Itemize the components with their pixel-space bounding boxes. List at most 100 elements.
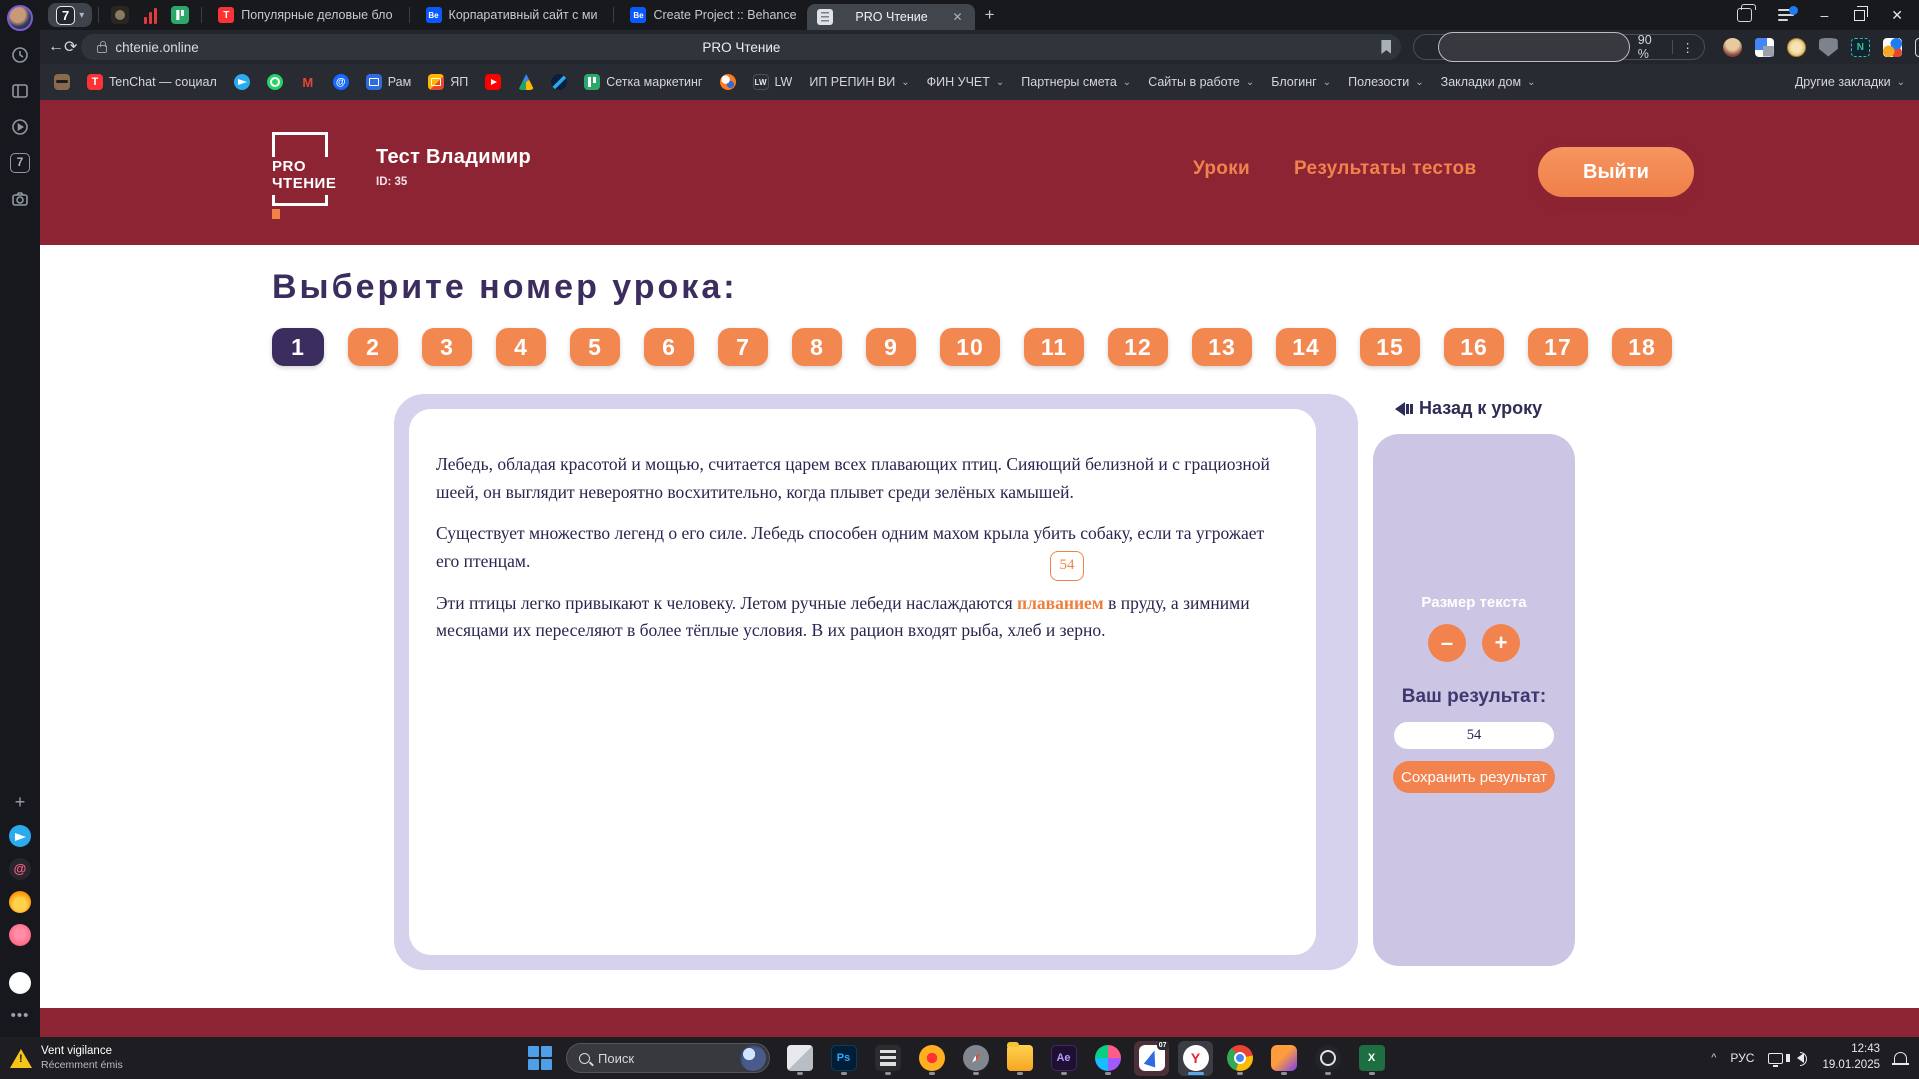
- lesson-button-10[interactable]: 10: [940, 328, 1000, 366]
- lesson-button-12[interactable]: 12: [1108, 328, 1168, 366]
- app-chrome[interactable]: [1222, 1041, 1257, 1076]
- bookmark-mailru[interactable]: @: [332, 74, 349, 90]
- app-figma[interactable]: [1090, 1041, 1125, 1076]
- character-extension-icon[interactable]: [1722, 37, 1742, 57]
- taskbar-search[interactable]: Поиск: [566, 1043, 770, 1073]
- bookmark-folder-useful[interactable]: Полезости ⌄: [1348, 75, 1424, 89]
- lesson-button-3[interactable]: 3: [422, 328, 472, 366]
- browser-menu-icon[interactable]: [1778, 6, 1799, 21]
- app-compass-browser[interactable]: [958, 1041, 993, 1076]
- close-tab-icon[interactable]: ✕: [951, 10, 965, 24]
- reload-button[interactable]: ⟳: [64, 37, 77, 57]
- bookmark-folder-repin[interactable]: ИП РЕПИН ВИ ⌄: [809, 75, 909, 89]
- save-result-button[interactable]: Сохранить результат: [1393, 761, 1555, 793]
- app-yandex-browser[interactable]: Y: [1178, 1040, 1213, 1076]
- nav-lessons[interactable]: Уроки: [1193, 158, 1250, 180]
- lesson-button-6[interactable]: 6: [644, 328, 694, 366]
- taskbar-notification[interactable]: Vent vigilance Récemment émis: [10, 1045, 240, 1071]
- tray-expand-icon[interactable]: ^: [1711, 1052, 1716, 1064]
- address-bar[interactable]: chtenie.online PRO Чтение: [81, 34, 1402, 60]
- bookmark-folder-blogging[interactable]: Блогинг ⌄: [1271, 75, 1331, 89]
- translate-extension-icon[interactable]: [1754, 37, 1774, 57]
- bookmark-ram[interactable]: Рам: [365, 74, 411, 90]
- increase-text-button[interactable]: +: [1482, 624, 1520, 662]
- flame-rail-icon[interactable]: [9, 891, 31, 913]
- notion-extension-icon[interactable]: N: [1850, 37, 1870, 57]
- bookmark-youtube[interactable]: [485, 74, 502, 90]
- gold-extension-icon[interactable]: [1786, 37, 1806, 57]
- mail-rail-icon[interactable]: @: [9, 858, 31, 880]
- bookmark-gmail[interactable]: M: [300, 74, 316, 90]
- profile-avatar[interactable]: [7, 5, 33, 31]
- lesson-button-11[interactable]: 11: [1024, 328, 1084, 366]
- pinned-tab-chart[interactable]: [141, 6, 159, 24]
- new-tab-button[interactable]: +: [985, 5, 995, 25]
- people-extension-icon[interactable]: [1882, 37, 1902, 57]
- bookmark-lw[interactable]: LW LW: [752, 74, 792, 90]
- app-file-explorer[interactable]: [1002, 1041, 1037, 1076]
- lesson-button-8[interactable]: 8: [792, 328, 842, 366]
- app-obs[interactable]: [1310, 1041, 1345, 1076]
- app-photoshop[interactable]: Ps: [826, 1041, 861, 1076]
- bookmark-setka[interactable]: Сетка маркетинг: [584, 74, 703, 90]
- red-app-rail-icon[interactable]: [9, 924, 31, 946]
- bookmark-folder-finance[interactable]: ФИН УЧЕТ ⌄: [927, 75, 1005, 89]
- zoom-control[interactable]: 90 % ⋮: [1413, 32, 1705, 62]
- sidebar-panels-icon[interactable]: [8, 79, 32, 103]
- shield-extension-icon[interactable]: [1818, 37, 1838, 57]
- tab-tenchat[interactable]: T Популярные деловые бло: [208, 0, 402, 30]
- lesson-button-1[interactable]: 1: [272, 328, 324, 366]
- language-indicator[interactable]: РУС: [1730, 1051, 1754, 1065]
- tab-groups-icon[interactable]: [1737, 4, 1757, 22]
- rail-add-icon[interactable]: +: [8, 790, 32, 814]
- lesson-button-5[interactable]: 5: [570, 328, 620, 366]
- lesson-button-13[interactable]: 13: [1192, 328, 1252, 366]
- back-to-lesson-link[interactable]: Назад к уроку: [1395, 398, 1542, 419]
- display-icon[interactable]: [1768, 1052, 1784, 1067]
- start-button[interactable]: [528, 1046, 552, 1070]
- video-icon[interactable]: [8, 115, 32, 139]
- speaker-icon[interactable]: [1786, 1052, 1808, 1066]
- telegram-rail-icon[interactable]: [9, 825, 31, 847]
- tabs-extension-icon[interactable]: [1914, 34, 1919, 57]
- other-bookmarks[interactable]: Другие закладки ⌄: [1795, 75, 1905, 89]
- pinned-tab-board[interactable]: [171, 6, 190, 24]
- screenshot-icon[interactable]: [8, 187, 32, 211]
- decrease-text-button[interactable]: –: [1428, 624, 1466, 662]
- bookmark-yap[interactable]: ЯП: [428, 74, 468, 90]
- lesson-button-18[interactable]: 18: [1612, 328, 1672, 366]
- app-after-effects[interactable]: Ae: [1046, 1041, 1081, 1076]
- tab-behance-1[interactable]: Be Корпаративный сайт с ми: [416, 0, 608, 30]
- tab-pro-chtenie-active[interactable]: PRO Чтение ✕: [806, 4, 975, 30]
- tab-counter-button[interactable]: 7 ▾: [48, 3, 93, 27]
- zoom-menu-dots[interactable]: ⋮: [1681, 40, 1694, 55]
- clock[interactable]: 12:43 19.01.2025: [1822, 1042, 1880, 1073]
- app-yandex-start[interactable]: 07: [1134, 1040, 1169, 1076]
- app-yandex-music[interactable]: [914, 1041, 949, 1076]
- notifications-bell-icon[interactable]: [1892, 1051, 1909, 1065]
- lesson-button-14[interactable]: 14: [1276, 328, 1336, 366]
- bookmark-cat[interactable]: [54, 74, 70, 90]
- bookmark-flag-icon[interactable]: [1381, 40, 1392, 54]
- lesson-button-17[interactable]: 17: [1528, 328, 1588, 366]
- pinned-tab-dark[interactable]: [111, 6, 130, 24]
- drop-rail-icon[interactable]: [9, 972, 31, 994]
- restore-button[interactable]: [1854, 5, 1869, 21]
- site-logo[interactable]: PRO ЧТЕНИЕ: [272, 132, 340, 219]
- bookmark-tenchat[interactable]: T TenChat — социал: [87, 74, 217, 90]
- app-calculator[interactable]: [870, 1041, 905, 1076]
- lesson-button-7[interactable]: 7: [718, 328, 768, 366]
- bookmark-drive[interactable]: [518, 74, 535, 90]
- minimize-button[interactable]: –: [1820, 7, 1828, 23]
- history-icon[interactable]: [8, 43, 32, 67]
- lesson-button-15[interactable]: 15: [1360, 328, 1420, 366]
- tab-count-badge[interactable]: 7: [8, 151, 32, 175]
- result-input[interactable]: [1394, 722, 1554, 749]
- bookmark-folder-home[interactable]: Закладки дом ⌄: [1441, 75, 1536, 89]
- rail-more-icon[interactable]: •••: [8, 1003, 32, 1027]
- bookmark-swoosh[interactable]: [551, 74, 568, 90]
- back-button[interactable]: ←: [48, 38, 64, 56]
- nav-test-results[interactable]: Результаты тестов: [1294, 158, 1476, 180]
- lesson-button-16[interactable]: 16: [1444, 328, 1504, 366]
- lesson-button-4[interactable]: 4: [496, 328, 546, 366]
